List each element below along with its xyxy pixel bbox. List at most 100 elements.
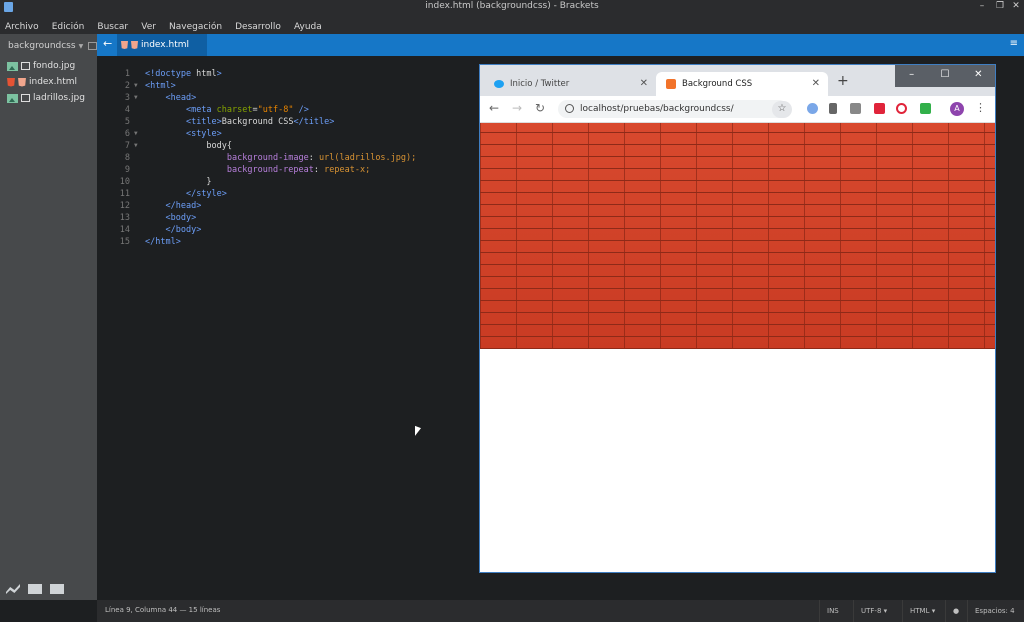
url-text: localhost/pruebas/backgroundcss/ [580, 104, 734, 114]
indent-setting[interactable]: Espacios: 4 [967, 600, 1022, 622]
chrome-tab-background-css[interactable]: Background CSS ✕ [656, 72, 828, 96]
line-number: 13 [119, 213, 130, 223]
code-line[interactable]: <style> [145, 128, 416, 140]
line-number: 14 [119, 225, 130, 235]
code-line[interactable]: </style> [145, 188, 416, 200]
code-line[interactable]: background-image: url(ladrillos.jpg); [145, 152, 416, 164]
menu-buscar[interactable]: Buscar [92, 19, 131, 32]
reload-icon[interactable]: ↻ [535, 101, 545, 115]
download-extension-icon[interactable] [850, 103, 861, 114]
green-extension-icon[interactable] [920, 103, 931, 114]
language-select[interactable]: HTML ▾ [902, 600, 942, 622]
forward-arrow-icon[interactable]: → [512, 101, 522, 115]
html5-icon [18, 77, 26, 87]
menu-ayuda[interactable]: Ayuda [289, 19, 325, 32]
insert-mode[interactable]: INS [819, 600, 846, 622]
chrome-toolbar: ← → ↻ localhost/pruebas/backgroundcss/ ☆… [480, 96, 995, 123]
fold-arrow-icon[interactable]: ▼ [134, 140, 138, 152]
minimize-button[interactable]: – [974, 0, 990, 14]
chrome-tab-label: Background CSS [682, 79, 753, 89]
hamburger-menu-icon[interactable]: ≡ [1010, 38, 1018, 49]
menu-navegacion[interactable]: Navegación [164, 19, 225, 32]
code-line[interactable]: <body> [145, 212, 416, 224]
code-area[interactable]: <!doctype html> <html> <head> <meta chars… [145, 68, 416, 248]
extensions-icon[interactable] [28, 584, 42, 594]
title-bar: index.html (backgroundcss) - Brackets – … [0, 0, 1024, 14]
maximize-button[interactable]: ❐ [992, 0, 1008, 14]
code-line[interactable]: <!doctype html> [145, 68, 416, 80]
fold-arrow-icon[interactable]: ▼ [134, 80, 138, 92]
image-icon [21, 94, 30, 102]
file-item-index[interactable]: index.html [0, 74, 97, 90]
chrome-tab-strip: Inicio / Twitter ✕ Background CSS ✕ + – … [480, 65, 995, 96]
code-line[interactable]: </html> [145, 236, 416, 248]
line-number-gutter: 1 2 ▼ 3 ▼ 4 5 6 ▼ 7 ▼ 8 9 10 11 12 13 14 15 [97, 68, 142, 248]
image-icon [7, 61, 18, 71]
cursor-position: Línea 9, Columna 44 — 15 líneas [105, 606, 221, 614]
html5-icon [131, 41, 138, 49]
image-icon [7, 93, 18, 103]
file-item-ladrillos[interactable]: ladrillos.jpg [0, 90, 97, 106]
encoding-select[interactable]: UTF-8 ▾ [853, 600, 894, 622]
kebab-menu-icon[interactable]: ⋮ [975, 101, 986, 114]
c-extension-icon[interactable] [896, 103, 907, 114]
info-icon[interactable] [565, 104, 574, 113]
live-preview-icon[interactable] [6, 584, 20, 594]
code-line[interactable]: <meta charset="utf-8" /> [145, 104, 416, 116]
address-bar[interactable]: localhost/pruebas/backgroundcss/ [558, 100, 788, 118]
project-name[interactable]: backgroundcss [8, 41, 76, 51]
code-line[interactable]: </head> [145, 200, 416, 212]
code-line[interactable]: <title>Background CSS</title> [145, 116, 416, 128]
sidebar-toolbar [0, 578, 97, 600]
chevron-down-icon[interactable]: ▼ [79, 43, 84, 50]
profile-avatar[interactable]: A [950, 102, 964, 116]
code-line[interactable]: background-repeat: repeat-x; [145, 164, 416, 176]
file-item-fondo[interactable]: fondo.jpg [0, 58, 97, 74]
bookmark-star-icon[interactable]: ☆ [772, 101, 792, 118]
chrome-minimize-button[interactable]: – [895, 65, 928, 87]
line-number: 4 [124, 105, 130, 115]
mouse-extension-icon[interactable] [807, 103, 818, 114]
chrome-close-button[interactable]: ✕ [962, 65, 995, 87]
line-number: 7 ▼ [124, 140, 138, 152]
chrome-tab-label: Inicio / Twitter [510, 79, 570, 89]
back-arrow-icon[interactable]: ← [489, 101, 499, 115]
menu-archivo[interactable]: Archivo [0, 19, 42, 32]
code-line[interactable]: <head> [145, 92, 416, 104]
code-line[interactable]: } [145, 176, 416, 188]
linter-status-icon[interactable]: ● [945, 600, 966, 622]
tab-index-html[interactable]: index.html [117, 34, 207, 56]
code-line[interactable]: <html> [145, 80, 416, 92]
chrome-tab-twitter[interactable]: Inicio / Twitter ✕ [484, 72, 656, 96]
html5-icon [7, 77, 15, 87]
lock-extension-icon[interactable] [829, 103, 837, 114]
code-icon[interactable] [50, 584, 64, 594]
line-number: 15 [119, 237, 130, 247]
fold-arrow-icon[interactable]: ▼ [134, 92, 138, 104]
menu-desarrollo[interactable]: Desarrollo [230, 19, 284, 32]
menu-ver[interactable]: Ver [136, 19, 159, 32]
line-number: 10 [119, 177, 130, 187]
line-number: 11 [119, 189, 130, 199]
project-sidebar: backgroundcss ▼ fondo.jpg index.html lad… [0, 34, 97, 600]
project-header[interactable]: backgroundcss ▼ [0, 34, 97, 58]
line-number: 3 ▼ [124, 92, 138, 104]
chrome-maximize-button[interactable]: ☐ [928, 65, 961, 87]
line-number: 5 [124, 117, 130, 127]
close-tab-icon[interactable]: ✕ [640, 78, 648, 89]
close-button[interactable]: ✕ [1008, 0, 1024, 14]
image-icon [21, 62, 30, 70]
menu-bar: Archivo Edición Buscar Ver Navegación De… [0, 14, 1024, 34]
chrome-window-controls: – ☐ ✕ [895, 65, 995, 87]
menu-edicion[interactable]: Edición [47, 19, 88, 32]
code-line[interactable]: body{ [145, 140, 416, 152]
new-tab-plus-icon[interactable]: + [837, 73, 849, 89]
close-tab-icon[interactable]: ✕ [812, 78, 820, 89]
code-line[interactable]: </body> [145, 224, 416, 236]
back-arrow-icon[interactable]: ← [103, 37, 112, 50]
fold-arrow-icon[interactable]: ▼ [134, 128, 138, 140]
file-name: ladrillos.jpg [33, 93, 85, 103]
chrome-window: Inicio / Twitter ✕ Background CSS ✕ + – … [479, 64, 996, 573]
split-view-icon[interactable] [88, 42, 97, 50]
pocket-extension-icon[interactable] [874, 103, 885, 114]
